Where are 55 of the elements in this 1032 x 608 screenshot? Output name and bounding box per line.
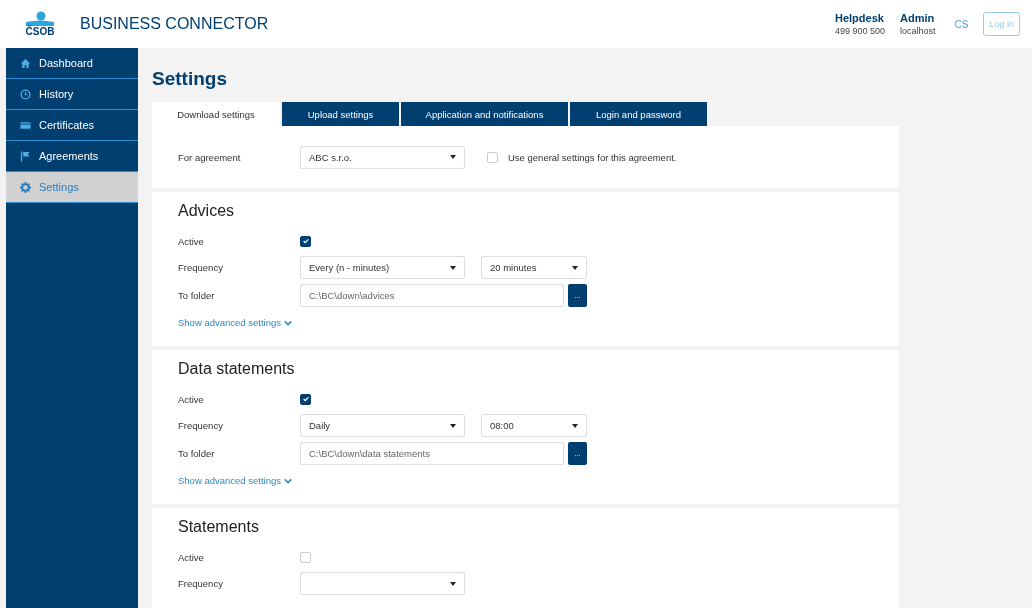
card-icon xyxy=(20,119,31,131)
caret-icon xyxy=(450,581,456,586)
section-title: Advices xyxy=(178,202,236,220)
frequency-dropdown[interactable] xyxy=(300,572,465,595)
sidebar-item[interactable]: Dashboard xyxy=(6,48,138,79)
check-icon xyxy=(301,395,310,403)
field-label: Frequency xyxy=(178,578,224,589)
field-label: To folder xyxy=(178,290,216,301)
show-advanced-settings-link[interactable]: Show advanced settings xyxy=(178,475,292,486)
field-label: Frequency xyxy=(178,420,224,431)
clock-icon xyxy=(20,88,31,100)
user-host: localhost xyxy=(900,26,936,36)
user-name: Admin xyxy=(900,12,936,24)
interval-dropdown[interactable]: 20 minutes xyxy=(481,256,587,279)
tab[interactable]: Application and notifications xyxy=(401,102,568,126)
caret-icon xyxy=(572,423,578,428)
sidebar-item[interactable]: History xyxy=(6,79,138,110)
interval-dropdown[interactable]: 08:00 xyxy=(481,414,587,437)
page-title: Settings xyxy=(152,68,228,90)
frequency-dropdown[interactable]: Daily xyxy=(300,414,465,437)
caret-icon xyxy=(572,265,578,270)
caret-icon xyxy=(450,423,456,428)
folder-input-field[interactable]: C:\BC\down\advices xyxy=(300,284,564,307)
checkbox-label: Use general settings for this agreement. xyxy=(508,151,677,163)
chevron-down-icon xyxy=(284,477,292,484)
gear-icon xyxy=(20,181,31,193)
caret-icon xyxy=(450,265,456,270)
logo-figure-icon xyxy=(25,11,55,27)
flag-icon xyxy=(20,150,31,162)
field-label: To folder xyxy=(178,448,216,459)
section-title: Data statements xyxy=(178,360,296,378)
app-title: BUSINESS CONNECTOR xyxy=(80,15,269,33)
field-label: Active xyxy=(178,393,205,405)
helpdesk-phone: 499 900 500 xyxy=(834,26,886,36)
checkbox[interactable] xyxy=(300,235,311,247)
frequency-dropdown[interactable]: Every (n - minutes) xyxy=(300,256,465,279)
home-icon xyxy=(20,57,31,69)
show-advanced-settings-link[interactable]: Show advanced settings xyxy=(178,317,292,328)
chevron-down-icon xyxy=(284,319,292,326)
field-label: For agreement xyxy=(178,151,242,163)
checkbox[interactable] xyxy=(300,393,311,405)
sidebar-item[interactable]: Certificates xyxy=(6,110,138,141)
agreement-dropdown[interactable]: ABC s.r.o. xyxy=(300,145,465,169)
tab[interactable]: Download settings xyxy=(152,102,280,126)
logo-text: ČSOB xyxy=(25,27,55,37)
field-label: Active xyxy=(178,551,205,563)
field-label: Active xyxy=(178,235,205,247)
helpdesk-label: Helpdesk xyxy=(834,12,885,24)
tab[interactable]: Login and password xyxy=(570,102,707,126)
tab[interactable]: Upload settings xyxy=(282,102,399,126)
check-icon xyxy=(301,237,310,245)
folder-input-field[interactable]: C:\BC\down\data statements xyxy=(300,442,564,465)
section-title: Statements xyxy=(178,518,260,536)
field-label: Frequency xyxy=(178,262,224,273)
caret-icon xyxy=(450,155,456,159)
